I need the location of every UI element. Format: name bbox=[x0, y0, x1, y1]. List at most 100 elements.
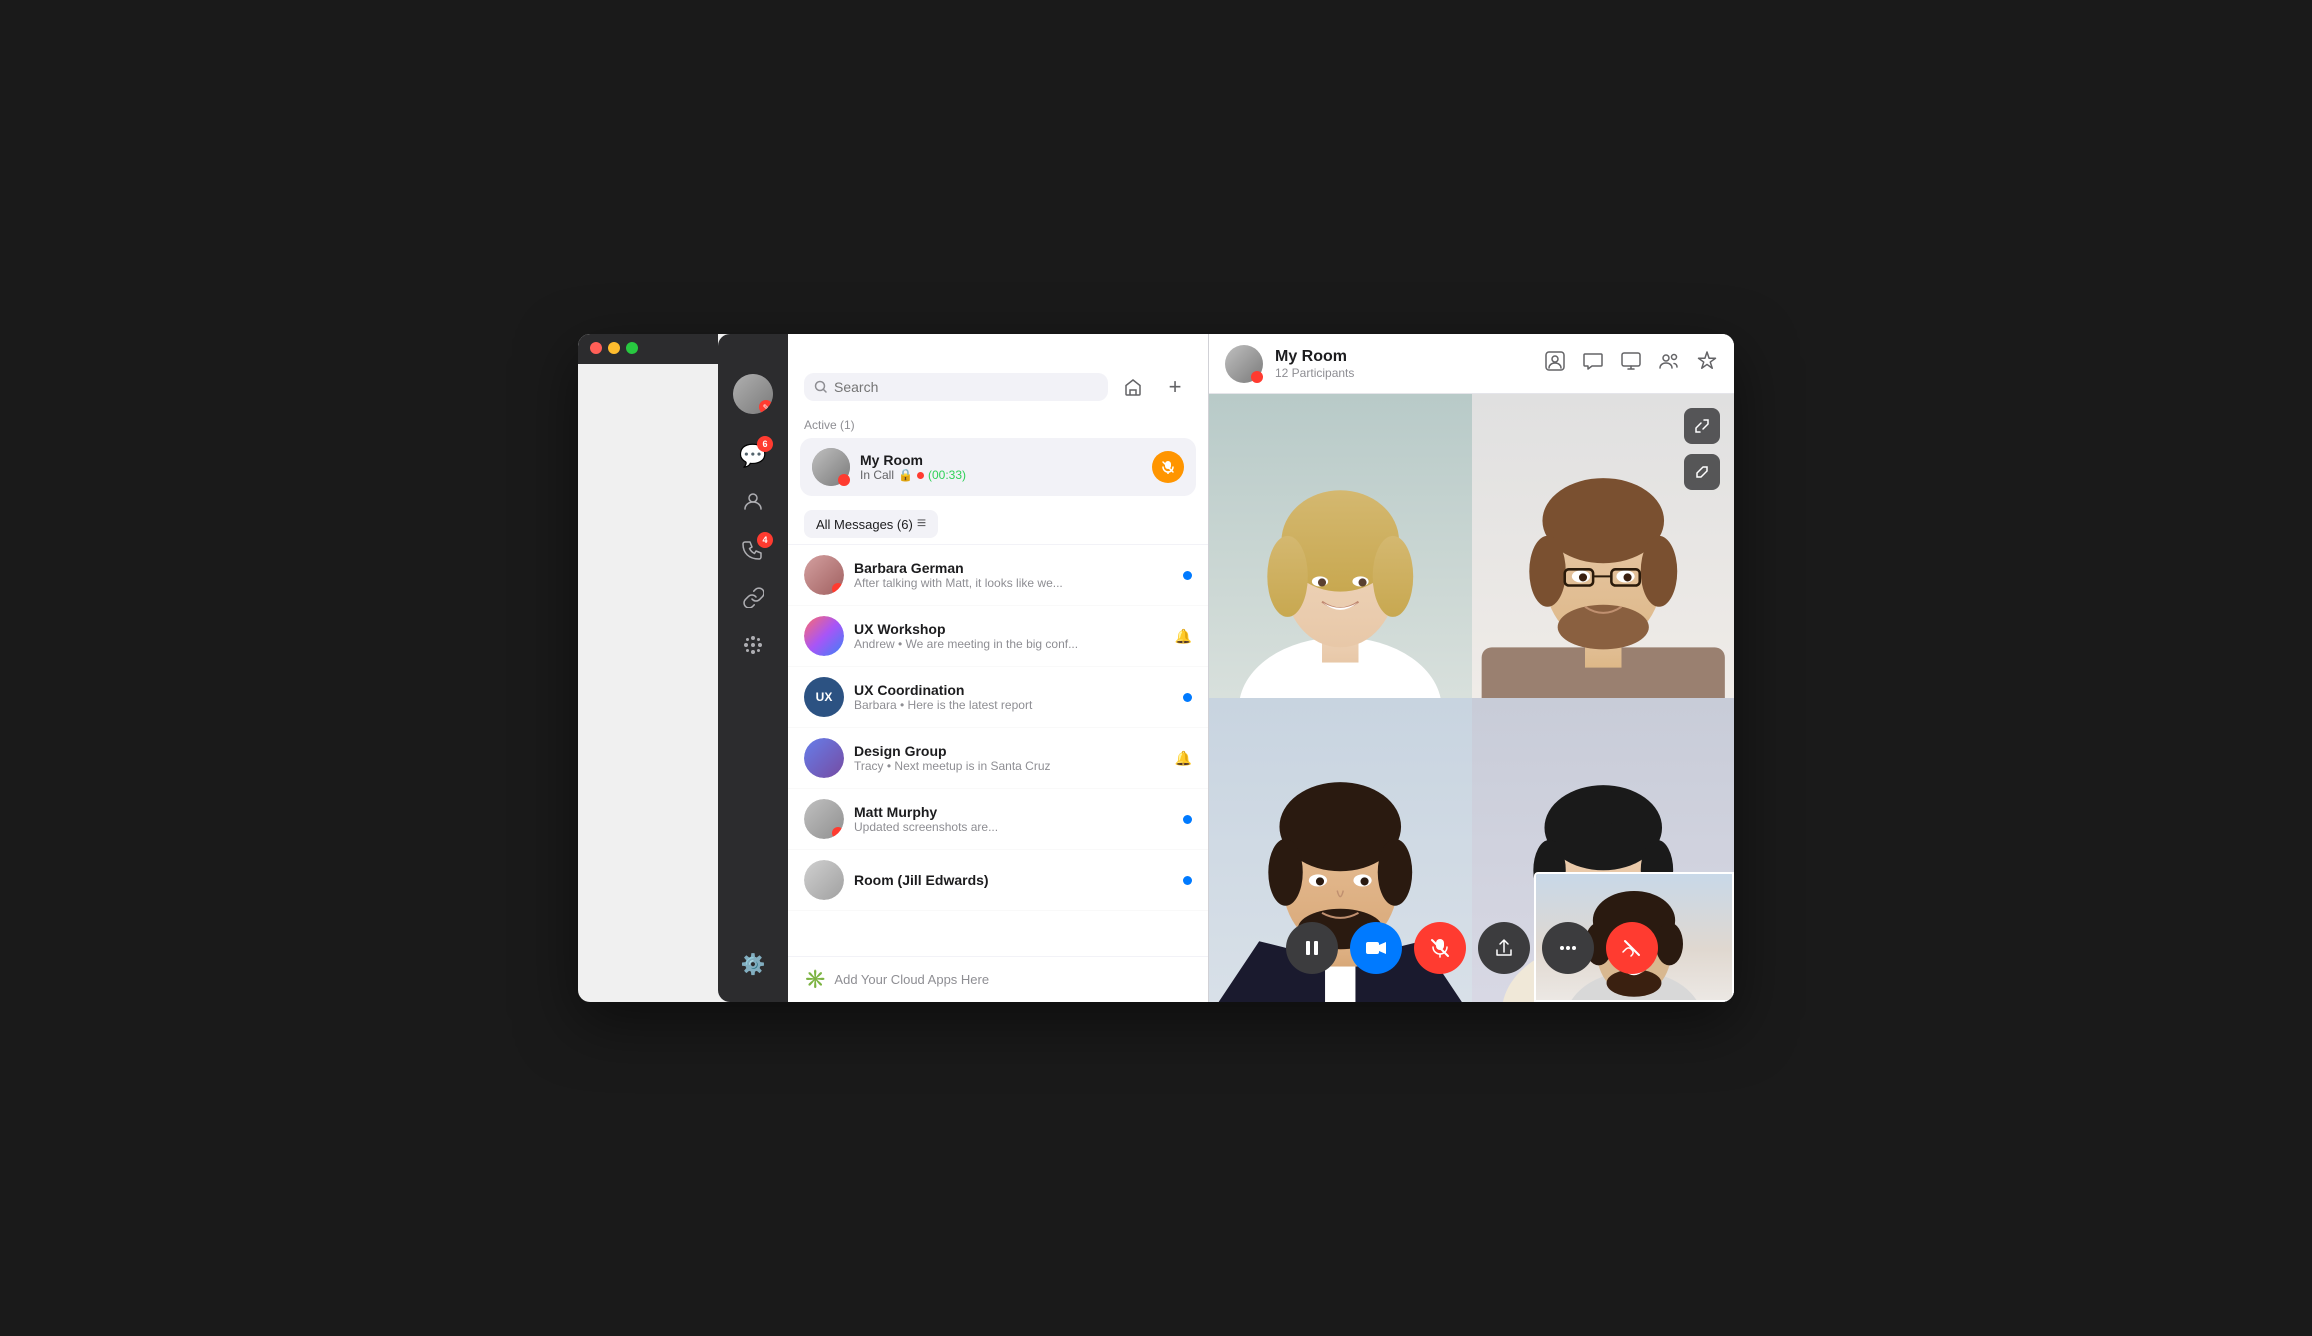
end-call-button[interactable] bbox=[1606, 922, 1658, 974]
message-name: UX Workshop bbox=[854, 621, 1165, 637]
integrations-button[interactable] bbox=[1696, 350, 1718, 378]
people-button[interactable] bbox=[1658, 350, 1680, 378]
unread-indicator bbox=[1183, 693, 1192, 702]
video-cell-1 bbox=[1209, 394, 1472, 698]
sidebar-item-settings[interactable]: ⚙️ bbox=[731, 942, 775, 986]
list-item[interactable]: UX UX Coordination Barbara • Here is the… bbox=[788, 667, 1208, 728]
more-button[interactable] bbox=[1542, 922, 1594, 974]
sidebar-item-links[interactable] bbox=[731, 578, 775, 622]
messages-header: All Messages (6) ≡ bbox=[788, 504, 1208, 545]
room-name: My Room bbox=[1275, 348, 1532, 366]
more-icon bbox=[1558, 938, 1578, 958]
muted-icon: 🔔 bbox=[1175, 750, 1192, 767]
close-button[interactable] bbox=[590, 342, 602, 354]
message-indicator: 🔔 bbox=[1175, 750, 1192, 767]
expand-button-1[interactable] bbox=[1684, 408, 1720, 444]
lock-icon: 🔒 bbox=[898, 468, 913, 482]
message-name: Design Group bbox=[854, 743, 1165, 759]
room-participants-button[interactable] bbox=[1544, 350, 1566, 378]
room-info: My Room 12 Participants bbox=[1275, 348, 1532, 380]
message-preview: Andrew • We are meeting in the big conf.… bbox=[854, 637, 1165, 651]
maximize-button[interactable] bbox=[626, 342, 638, 354]
expand-icon-1 bbox=[1694, 418, 1710, 434]
chat-button[interactable] bbox=[1582, 350, 1604, 378]
call-mute-button[interactable] bbox=[1152, 451, 1184, 483]
header-actions bbox=[1544, 350, 1718, 378]
list-item[interactable]: UX Workshop Andrew • We are meeting in t… bbox=[788, 606, 1208, 667]
home-icon bbox=[1123, 377, 1143, 397]
message-content: Barbara German After talking with Matt, … bbox=[854, 560, 1173, 590]
sidebar-item-chat[interactable]: 💬 6 bbox=[731, 434, 775, 478]
people-icon bbox=[1658, 350, 1680, 372]
home-button[interactable] bbox=[1116, 370, 1150, 404]
expand-button-2[interactable] bbox=[1684, 454, 1720, 490]
links-icon bbox=[742, 586, 764, 614]
right-header: My Room 12 Participants bbox=[1209, 334, 1734, 394]
list-item[interactable]: Room (Jill Edwards) bbox=[788, 850, 1208, 911]
in-call-label: In Call bbox=[860, 468, 894, 482]
compose-button[interactable]: + bbox=[1158, 370, 1192, 404]
video-grid bbox=[1209, 394, 1734, 1002]
share-button[interactable] bbox=[1478, 922, 1530, 974]
message-preview: Updated screenshots are... bbox=[854, 820, 1173, 834]
sidebar: ✎ 💬 6 4 bbox=[718, 334, 788, 1002]
filter-icon: ≡ bbox=[917, 515, 926, 533]
message-preview: Tracy • Next meetup is in Santa Cruz bbox=[854, 759, 1165, 773]
list-item[interactable]: Design Group Tracy • Next meetup is in S… bbox=[788, 728, 1208, 789]
titlebar bbox=[578, 334, 718, 364]
search-bar[interactable] bbox=[804, 373, 1108, 401]
add-cloud-icon: ✳️ bbox=[804, 969, 826, 990]
integrations-icon bbox=[742, 634, 764, 662]
message-avatar: UX bbox=[804, 677, 844, 717]
message-avatar bbox=[804, 860, 844, 900]
call-timer: (00:33) bbox=[928, 468, 966, 482]
end-call-icon bbox=[1621, 937, 1643, 959]
user-avatar[interactable]: ✎ bbox=[733, 374, 773, 414]
microphone-mute-icon bbox=[1161, 460, 1175, 474]
message-content: Room (Jill Edwards) bbox=[854, 872, 1173, 888]
messages-filter[interactable]: All Messages (6) ≡ bbox=[804, 510, 938, 538]
room-avatar bbox=[1225, 345, 1263, 383]
call-avatar-badge bbox=[838, 474, 850, 486]
sidebar-item-contacts[interactable] bbox=[731, 482, 775, 526]
message-avatar bbox=[804, 616, 844, 656]
call-avatar bbox=[812, 448, 850, 486]
left-panel: + Active (1) My Room In Call 🔒 (00:33) bbox=[788, 334, 1208, 1002]
add-cloud-apps[interactable]: ✳️ Add Your Cloud Apps Here bbox=[788, 956, 1208, 1002]
message-indicator bbox=[1183, 876, 1192, 885]
call-status: In Call 🔒 (00:33) bbox=[860, 468, 1142, 482]
mute-button[interactable] bbox=[1414, 922, 1466, 974]
status-badge bbox=[832, 583, 844, 595]
message-avatar bbox=[804, 799, 844, 839]
pause-button[interactable] bbox=[1286, 922, 1338, 974]
chat-icon bbox=[1582, 350, 1604, 372]
microphone-icon bbox=[1430, 938, 1450, 958]
message-indicator bbox=[1183, 571, 1192, 580]
sidebar-item-calls[interactable]: 4 bbox=[731, 530, 775, 574]
list-item[interactable]: Matt Murphy Updated screenshots are... bbox=[788, 789, 1208, 850]
search-input[interactable] bbox=[834, 379, 1098, 395]
search-icon bbox=[814, 380, 828, 394]
minimize-button[interactable] bbox=[608, 342, 620, 354]
sidebar-item-integrations[interactable] bbox=[731, 626, 775, 670]
message-name: UX Coordination bbox=[854, 682, 1173, 698]
video-icon bbox=[1365, 937, 1387, 959]
settings-icon: ⚙️ bbox=[741, 952, 766, 977]
unread-indicator bbox=[1183, 815, 1192, 824]
active-indicator bbox=[917, 472, 924, 479]
message-content: UX Coordination Barbara • Here is the la… bbox=[854, 682, 1173, 712]
unread-indicator bbox=[1183, 571, 1192, 580]
list-item[interactable]: Barbara German After talking with Matt, … bbox=[788, 545, 1208, 606]
message-list: Barbara German After talking with Matt, … bbox=[788, 545, 1208, 956]
message-indicator bbox=[1183, 815, 1192, 824]
active-call-item[interactable]: My Room In Call 🔒 (00:33) bbox=[800, 438, 1196, 496]
message-name: Barbara German bbox=[854, 560, 1173, 576]
message-avatar bbox=[804, 555, 844, 595]
contacts-icon bbox=[742, 490, 764, 518]
calls-badge: 4 bbox=[757, 532, 773, 548]
panel-header: + bbox=[788, 334, 1208, 412]
participants-icon bbox=[1544, 350, 1566, 372]
video-toggle-button[interactable] bbox=[1350, 922, 1402, 974]
share-icon bbox=[1494, 938, 1514, 958]
screen-button[interactable] bbox=[1620, 350, 1642, 378]
